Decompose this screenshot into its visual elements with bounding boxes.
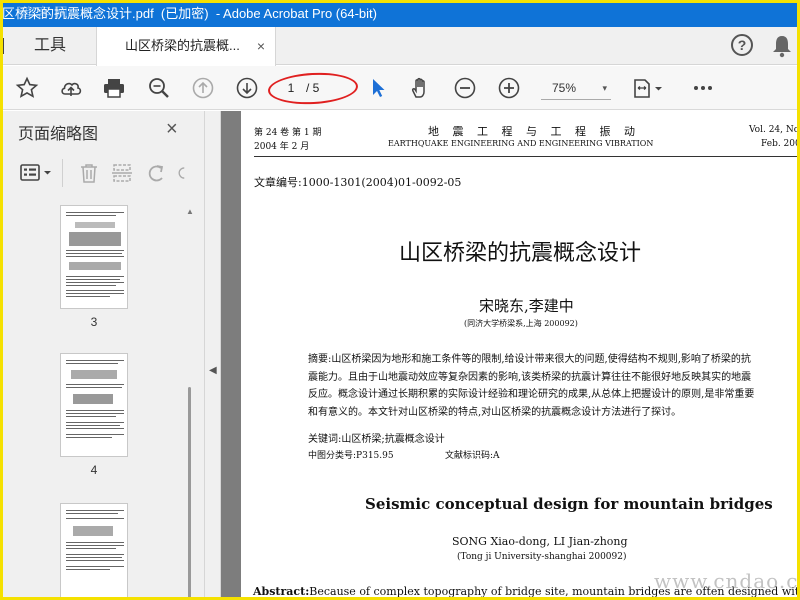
delete-page-icon[interactable] <box>77 161 101 185</box>
next-page-icon[interactable] <box>233 74 261 102</box>
affiliation-zh: (同济大学桥梁系,上海 200092) <box>464 319 578 328</box>
keywords-zh: 关键词:山区桥梁;抗震概念设计 <box>308 434 445 445</box>
select-cursor-icon[interactable] <box>364 74 392 102</box>
window-title-app: - Adobe Acrobat Pro (64-bit) <box>215 6 377 21</box>
header-rule <box>254 156 800 157</box>
journal-date: 2004 年 2 月 <box>254 142 310 152</box>
journal-volume: 第 24 卷 第 1 期 <box>254 128 322 138</box>
thumbnail-page-3[interactable] <box>60 205 128 309</box>
zoom-level-value: 75% <box>552 81 577 95</box>
previous-page-icon[interactable] <box>189 74 217 102</box>
rotate-left-icon[interactable] <box>144 161 168 185</box>
pdf-page: 第 24 卷 第 1 期 2004 年 2 月 地 震 工 程 与 工 程 振 … <box>241 111 800 600</box>
abstract-zh: 摘要:山区桥梁因为地形和施工条件等的限制,给设计带来很大的问题,使得结构不规则,… <box>308 354 755 418</box>
tab-document[interactable]: 山区桥梁的抗震概... × <box>96 27 276 66</box>
chevron-down-icon: ▾ <box>602 83 607 93</box>
thumbnail-list: 3 4 <box>0 195 205 600</box>
watermark-logo: 道 客 网 <box>18 5 68 21</box>
thumbnail-page-5[interactable] <box>60 503 128 600</box>
thumbnail-scrollbar[interactable]: ▲ <box>186 207 194 600</box>
classification-number: 中图分类号:P315.95 <box>308 451 394 461</box>
document-code: 文献标识码:A <box>445 451 500 461</box>
thumbnail-label: 3 <box>90 315 98 329</box>
tab-document-label: 山区桥梁的抗震概... <box>125 38 240 53</box>
help-icon[interactable]: ? <box>731 34 753 56</box>
tab-close-icon[interactable]: × <box>257 27 265 65</box>
cloud-upload-icon[interactable] <box>57 74 85 102</box>
article-number: 文章编号:1000-1301(2004)01-0092-05 <box>254 176 462 189</box>
journal-title-zh: 地 震 工 程 与 工 程 振 动 <box>428 125 640 138</box>
more-options-icon[interactable] <box>689 74 717 102</box>
page-fit-icon[interactable] <box>628 74 668 102</box>
tab-bar: 工具 山区桥梁的抗震概... × ? <box>0 27 800 66</box>
window-title-bar: 区桥梁的抗震概念设计.pdf (已加密) - Adobe Acrobat Pro… <box>0 0 800 27</box>
paper-title-zh: 山区桥梁的抗震概念设计 <box>399 241 642 266</box>
journal-date-en: Feb. 200 <box>761 139 800 149</box>
zoom-in-icon[interactable] <box>495 74 523 102</box>
journal-title-en: EARTHQUAKE ENGINEERING AND ENGINEERING V… <box>388 139 654 148</box>
authors-zh: 宋晓东,李建中 <box>479 297 574 315</box>
panel-collapse-strip[interactable]: ◀ <box>205 111 221 600</box>
watermark-url: www.cndao.com <box>654 569 800 593</box>
main-toolbar: 1 / 5 75% ▾ <box>0 66 800 110</box>
thumbnail-panel: 页面缩略图 × 3 4 ▲ <box>0 111 205 600</box>
print-icon[interactable] <box>100 74 128 102</box>
paper-title-en: Seismic conceptual design for mountain b… <box>365 495 773 513</box>
affiliation-en: (Tong ji University-shanghai 200092) <box>457 552 627 562</box>
abstract-en-label: Abstract: <box>253 585 310 598</box>
thumbnail-options-icon[interactable] <box>17 161 57 185</box>
window-title-encrypted: (已加密) <box>160 6 209 21</box>
collapse-left-icon[interactable]: ◀ <box>209 365 217 376</box>
notification-bell-icon[interactable] <box>771 34 793 58</box>
authors-en: SONG Xiao-dong, LI Jian-zhong <box>452 535 628 548</box>
hand-tool-icon[interactable] <box>406 74 434 102</box>
panel-toolbar <box>0 155 205 191</box>
zoom-search-icon[interactable] <box>145 74 173 102</box>
extract-page-icon[interactable] <box>110 161 134 185</box>
rotate-right-icon[interactable] <box>177 161 193 185</box>
zoom-level-select[interactable]: 75% ▾ <box>541 76 611 100</box>
panel-close-icon[interactable]: × <box>166 118 178 141</box>
red-highlight-ellipse <box>267 70 359 107</box>
zoom-out-icon[interactable] <box>451 74 479 102</box>
tab-tools-label: 工具 <box>34 37 67 54</box>
scroll-up-icon[interactable]: ▲ <box>186 207 194 216</box>
thumbnail-page-4[interactable] <box>60 353 128 457</box>
bookmark-star-icon[interactable] <box>13 74 41 102</box>
tab-edge-icon <box>2 38 5 54</box>
panel-title: 页面缩略图 <box>18 126 99 143</box>
document-view[interactable]: 第 24 卷 第 1 期 2004 年 2 月 地 震 工 程 与 工 程 振 … <box>221 111 800 600</box>
journal-volume-en: Vol. 24, No <box>749 125 800 135</box>
tab-tools[interactable]: 工具 <box>0 27 96 65</box>
thumbnail-label: 4 <box>90 463 98 477</box>
scroll-thumb[interactable] <box>188 387 191 599</box>
panel-divider <box>62 159 63 187</box>
